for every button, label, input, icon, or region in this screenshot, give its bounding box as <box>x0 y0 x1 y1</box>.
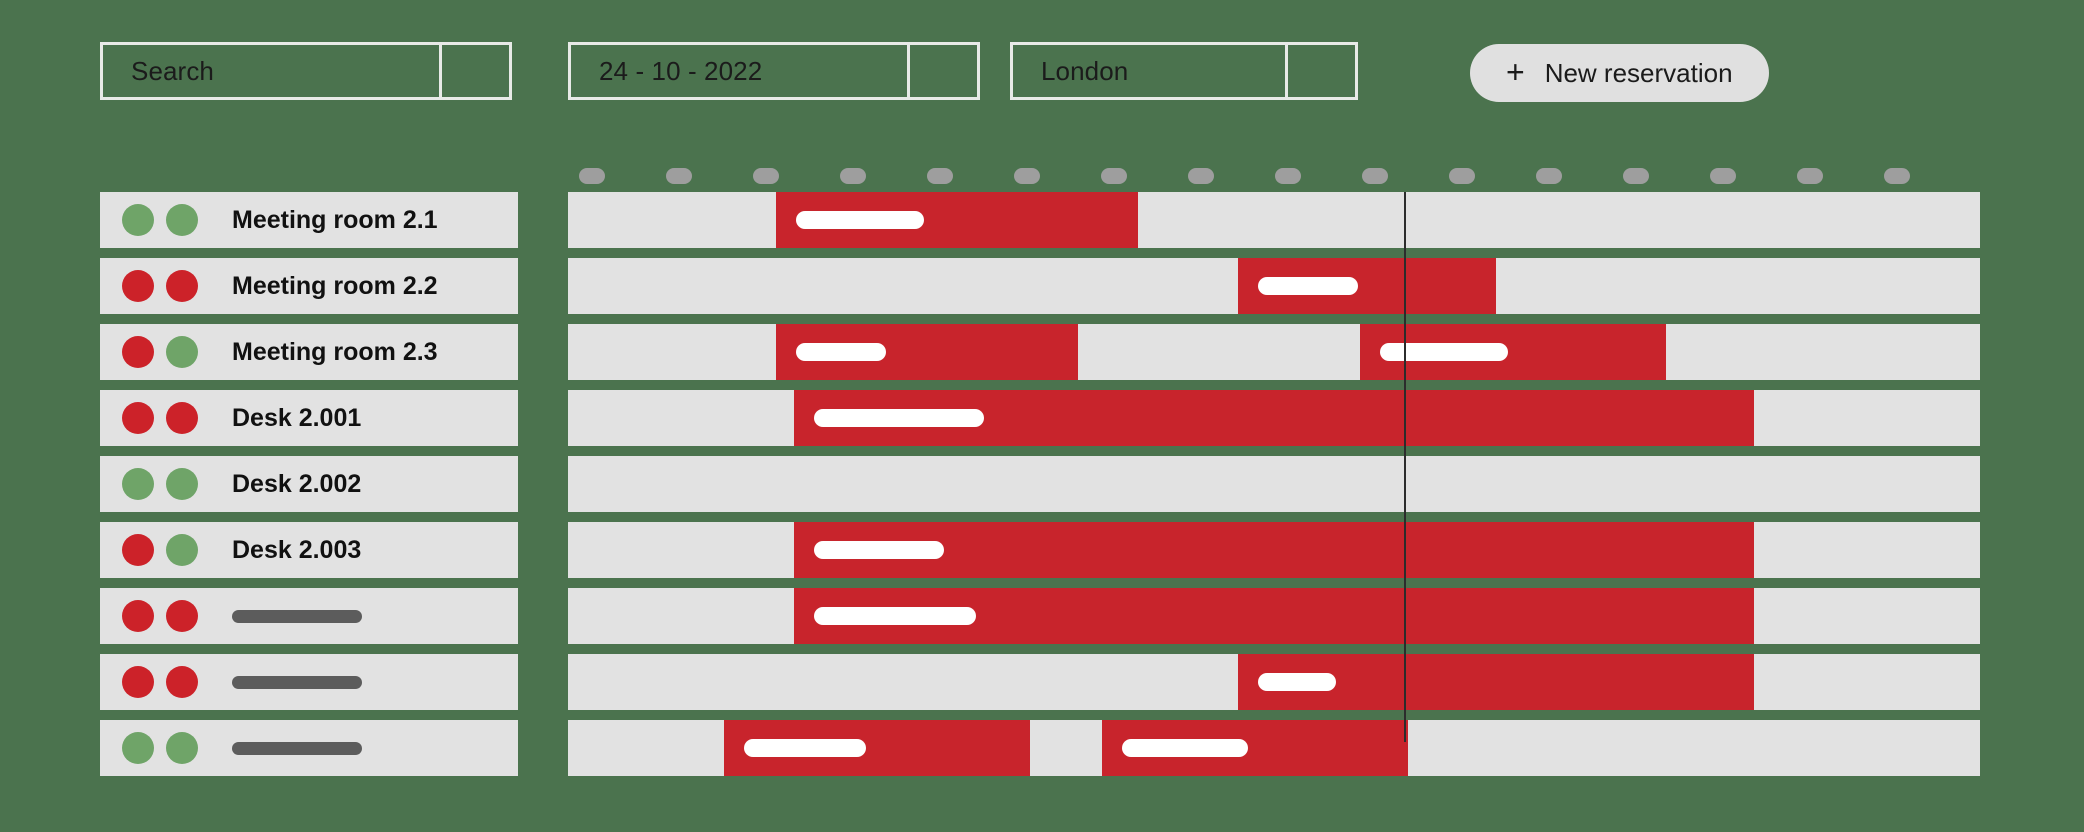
reservation-label-placeholder <box>1380 343 1508 361</box>
timeline-track[interactable] <box>568 390 1980 446</box>
status-dot-red <box>122 336 154 368</box>
search-input-value: Search <box>131 55 214 86</box>
status-dots <box>122 402 198 434</box>
room-name: Desk 2.002 <box>232 469 362 498</box>
room-list-item[interactable] <box>100 588 518 644</box>
reservation-label-placeholder <box>744 739 866 757</box>
reservation-label-placeholder <box>1122 739 1248 757</box>
time-tick-label <box>1362 168 1388 184</box>
time-tick-label <box>1797 168 1823 184</box>
reservation-block[interactable] <box>1238 258 1496 314</box>
time-tick-label <box>1710 168 1736 184</box>
status-dot-red <box>166 270 198 302</box>
time-axis <box>568 168 1980 186</box>
reservation-block[interactable] <box>776 324 1078 380</box>
time-tick-label <box>1449 168 1475 184</box>
time-tick-label <box>1014 168 1040 184</box>
time-tick-label <box>1275 168 1301 184</box>
time-tick-label <box>927 168 953 184</box>
timeline-track[interactable] <box>568 720 1980 776</box>
reservation-label-placeholder <box>1258 277 1358 295</box>
time-tick-label <box>1884 168 1910 184</box>
current-time-line <box>1404 192 1406 742</box>
room-name: Meeting room 2.2 <box>232 271 438 300</box>
status-dots <box>122 600 198 632</box>
reservation-label-placeholder <box>1258 673 1336 691</box>
room-list-item[interactable]: Meeting room 2.1 <box>100 192 518 248</box>
room-name: Meeting room 2.1 <box>232 205 438 234</box>
room-name: Meeting room 2.3 <box>232 337 438 366</box>
reservation-block[interactable] <box>1238 654 1754 710</box>
room-list-item[interactable]: Desk 2.001 <box>100 390 518 446</box>
status-dots <box>122 336 198 368</box>
time-tick-label <box>1623 168 1649 184</box>
room-list: Meeting room 2.1 Meeting room 2.2 Meeting … <box>100 192 518 786</box>
reservation-label-placeholder <box>796 343 886 361</box>
room-list-item[interactable]: Meeting room 2.3 <box>100 324 518 380</box>
status-dots <box>122 666 198 698</box>
status-dots <box>122 270 198 302</box>
status-dot-green <box>122 204 154 236</box>
room-name-placeholder <box>232 609 362 623</box>
status-dot-green <box>122 732 154 764</box>
timeline <box>568 0 1980 832</box>
reservation-block[interactable] <box>1102 720 1408 776</box>
room-list-item[interactable]: Desk 2.002 <box>100 456 518 512</box>
status-dot-green <box>166 204 198 236</box>
status-dots <box>122 534 198 566</box>
time-tick-label <box>1536 168 1562 184</box>
time-tick-label <box>1101 168 1127 184</box>
room-list-item[interactable]: Meeting room 2.2 <box>100 258 518 314</box>
timeline-tracks <box>568 192 1980 786</box>
room-name-placeholder <box>232 675 362 689</box>
timeline-track[interactable] <box>568 192 1980 248</box>
timeline-track[interactable] <box>568 522 1980 578</box>
time-tick-label <box>840 168 866 184</box>
time-tick-label <box>666 168 692 184</box>
room-name: Desk 2.003 <box>232 535 362 564</box>
room-list-item[interactable]: Desk 2.003 <box>100 522 518 578</box>
status-dot-green <box>122 468 154 500</box>
status-dots <box>122 204 198 236</box>
search-icon[interactable] <box>442 42 512 100</box>
status-dot-green <box>166 732 198 764</box>
timeline-track[interactable] <box>568 588 1980 644</box>
time-tick-label <box>753 168 779 184</box>
reservation-block[interactable] <box>794 522 1754 578</box>
room-name-placeholder <box>232 741 362 755</box>
status-dots <box>122 468 198 500</box>
status-dot-red <box>166 402 198 434</box>
reservation-label-placeholder <box>814 541 944 559</box>
reservation-label-placeholder <box>814 409 984 427</box>
room-list-item[interactable] <box>100 654 518 710</box>
timeline-track[interactable] <box>568 324 1980 380</box>
reservation-block[interactable] <box>794 588 1754 644</box>
time-tick-label <box>1188 168 1214 184</box>
search-input[interactable]: Search <box>100 42 442 100</box>
room-list-item[interactable] <box>100 720 518 776</box>
timeline-track[interactable] <box>568 258 1980 314</box>
room-name: Desk 2.001 <box>232 403 362 432</box>
status-dot-red <box>166 666 198 698</box>
status-dots <box>122 732 198 764</box>
status-dot-red <box>122 270 154 302</box>
status-dot-red <box>166 600 198 632</box>
status-dot-red <box>122 534 154 566</box>
reservation-label-placeholder <box>814 607 976 625</box>
reservation-label-placeholder <box>796 211 924 229</box>
time-tick-label <box>579 168 605 184</box>
reservation-block[interactable] <box>724 720 1030 776</box>
timeline-track[interactable] <box>568 654 1980 710</box>
reservation-block[interactable] <box>776 192 1138 248</box>
status-dot-red <box>122 402 154 434</box>
status-dot-green <box>166 468 198 500</box>
timeline-track[interactable] <box>568 456 1980 512</box>
search-field-group: Search <box>100 42 512 100</box>
status-dot-green <box>166 534 198 566</box>
status-dot-red <box>122 666 154 698</box>
status-dot-green <box>166 336 198 368</box>
reservation-block[interactable] <box>794 390 1754 446</box>
status-dot-red <box>122 600 154 632</box>
